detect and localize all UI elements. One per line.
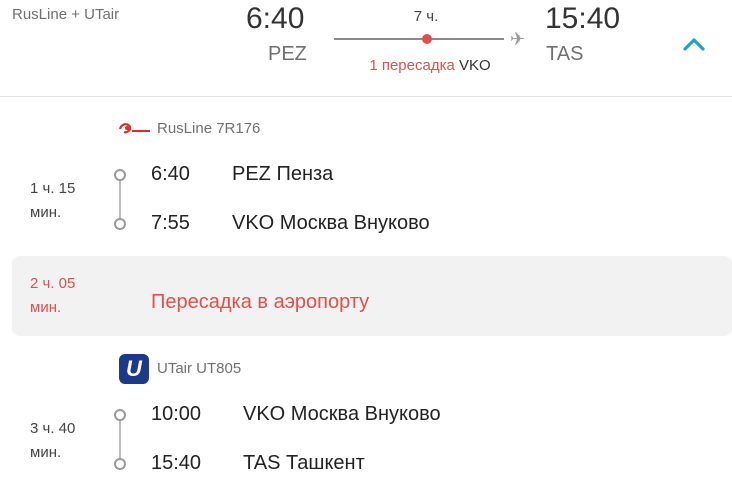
segment-duration-line1: 3 ч. 40 xyxy=(30,420,76,437)
stop-time: 7:55 xyxy=(151,212,190,234)
arrival-code: TAS xyxy=(546,43,584,65)
stop-place: PEZ Пенза xyxy=(232,163,334,185)
segment-duration-line2: мин. xyxy=(30,444,62,461)
plane-icon: ✈ xyxy=(510,29,526,49)
segment-airline: RusLine 7R176 xyxy=(157,120,261,137)
departure-stop-marker xyxy=(114,409,126,421)
layover-duration-line1: 2 ч. 05 xyxy=(30,275,76,292)
airlines-label: RusLine + UTair xyxy=(12,6,120,23)
departure-time: 6:40 xyxy=(246,2,305,35)
stop-time: 6:40 xyxy=(151,163,190,185)
stop-time: 10:00 xyxy=(151,403,202,425)
layover-duration-line2: мин. xyxy=(30,299,62,316)
departure-code: PEZ xyxy=(268,43,307,65)
total-duration: 7 ч. xyxy=(413,8,439,25)
transfer-airport: VKO xyxy=(458,57,491,74)
layover-panel xyxy=(12,256,732,336)
arrival-time: 15:40 xyxy=(545,2,621,35)
utair-logo: U xyxy=(119,354,149,384)
segment-airline: UTair UT805 xyxy=(157,360,242,377)
chevron-up-icon[interactable] xyxy=(682,34,706,54)
layover-duration: 2 ч. 05 мин. xyxy=(30,272,100,320)
rusline-logo xyxy=(118,121,152,137)
stop-place: TAS Ташкент xyxy=(243,452,365,474)
departure-stop-marker xyxy=(114,169,126,181)
layover-text: Пересадка в аэропорту xyxy=(151,291,370,313)
transfer-info: 1 пересадка VKO xyxy=(350,57,510,74)
header-divider xyxy=(0,96,732,97)
arrival-stop-marker xyxy=(114,218,126,230)
segment-duration-line1: 1 ч. 15 xyxy=(30,180,76,197)
arrival-stop-marker xyxy=(114,458,126,470)
segment-duration: 3 ч. 40 мин. xyxy=(30,417,100,465)
stop-time: 15:40 xyxy=(151,452,202,474)
transfer-count: 1 пересадка xyxy=(369,57,455,74)
transfer-dot xyxy=(422,34,432,44)
route-line xyxy=(334,38,504,40)
stop-place: VKO Москва Внуково xyxy=(243,403,441,425)
stop-place: VKO Москва Внуково xyxy=(232,212,430,234)
segment-duration-line2: мин. xyxy=(30,204,62,221)
segment-duration: 1 ч. 15 мин. xyxy=(30,177,100,225)
